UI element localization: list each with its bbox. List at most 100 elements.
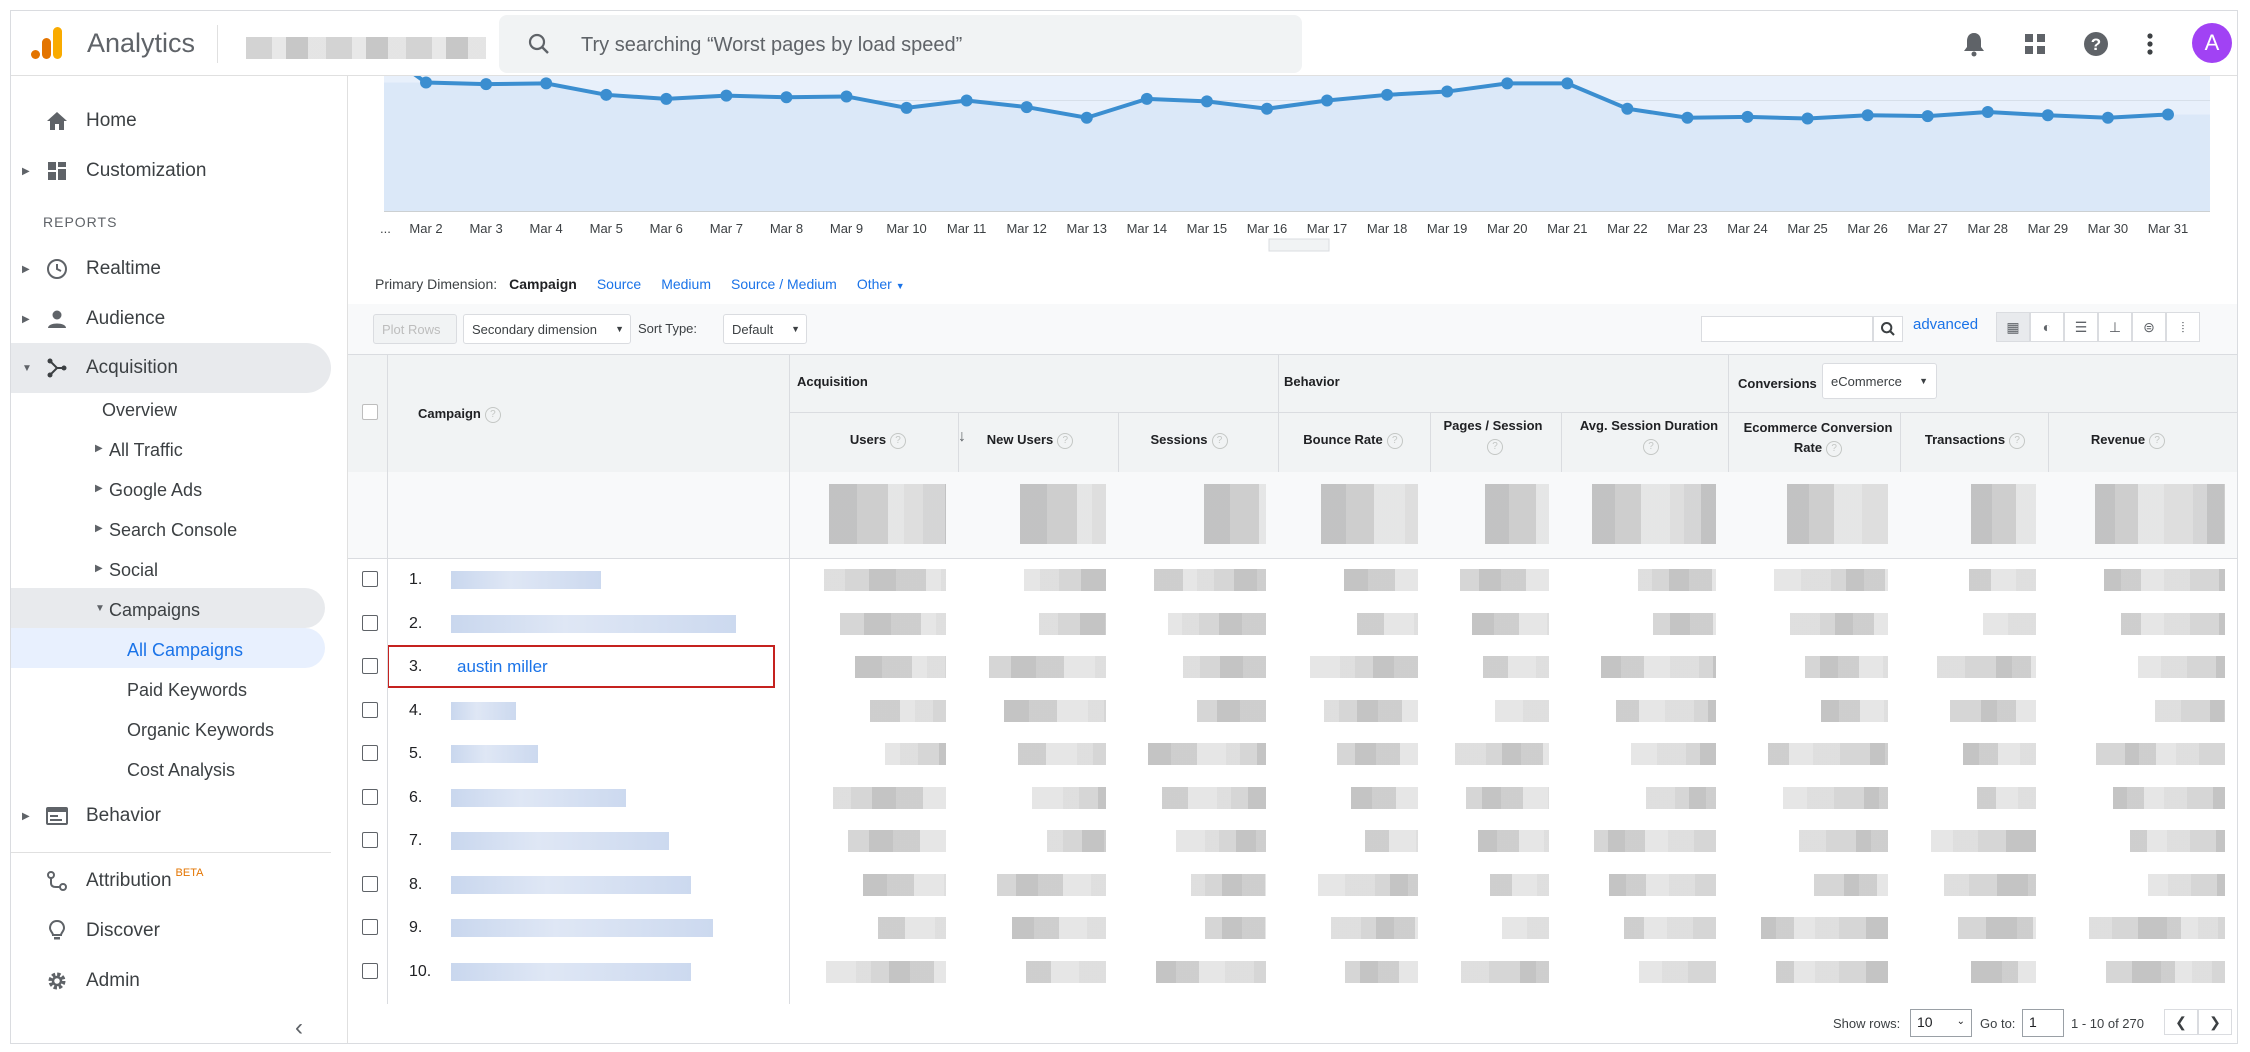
campaign-column-header[interactable]: Campaign?	[418, 406, 501, 423]
obscured-value	[2121, 612, 2225, 635]
row-checkbox[interactable]	[362, 701, 378, 718]
help-icon[interactable]: ?	[1386, 432, 1403, 449]
next-page-button[interactable]: ❯	[2198, 1009, 2232, 1035]
help-icon[interactable]: ?	[1211, 432, 1228, 449]
notifications-bell-icon[interactable]	[1959, 29, 1989, 59]
nav-acq-overview[interactable]: Overview	[102, 400, 177, 421]
row-checkbox[interactable]	[362, 832, 378, 848]
apps-grid-icon[interactable]	[2020, 29, 2050, 59]
help-icon[interactable]: ?	[2009, 432, 2026, 449]
previous-page-button[interactable]: ❮	[2164, 1009, 2198, 1035]
help-icon[interactable]: ?	[1643, 439, 1659, 455]
secondary-dimension-dropdown[interactable]: Secondary dimension ▼	[463, 314, 631, 344]
new-users-column-header[interactable]: New Users?	[965, 432, 1095, 449]
search-bar[interactable]	[499, 15, 1302, 73]
row-checkbox[interactable]	[362, 745, 378, 761]
search-input[interactable]	[579, 26, 1283, 64]
pivot-view-icon[interactable]: ⦙	[2166, 312, 2200, 342]
app-title[interactable]: Analytics	[87, 28, 195, 59]
obscured-value	[1337, 743, 1418, 765]
reports-section-label: REPORTS	[43, 214, 118, 230]
help-icon[interactable]: ?	[2149, 432, 2166, 449]
goto-page-input[interactable]: 1	[2022, 1009, 2064, 1037]
obscured-campaign-link[interactable]	[451, 571, 601, 589]
obscured-campaign-link[interactable]	[451, 614, 736, 633]
obscured-campaign-link[interactable]	[451, 745, 538, 763]
collapse-sidebar-chevron-icon[interactable]: ‹	[295, 1014, 303, 1042]
nav-audience[interactable]: ▶ Audience	[11, 294, 331, 344]
obscured-value	[1937, 656, 2036, 678]
advanced-filter-link[interactable]: advanced	[1913, 316, 1978, 333]
obscured-value	[1176, 830, 1266, 852]
revenue-column-header[interactable]: Revenue?	[2048, 432, 2208, 449]
nav-acquisition[interactable]: ▼ Acquisition	[11, 343, 331, 393]
nav-acq-search-console[interactable]: ▶ Search Console	[95, 520, 237, 541]
row-checkbox[interactable]	[362, 571, 378, 587]
row-checkbox[interactable]	[362, 875, 378, 892]
obscured-campaign-link[interactable]	[451, 788, 626, 807]
account-avatar[interactable]: A	[2192, 23, 2232, 63]
obscured-campaign-link[interactable]	[451, 875, 691, 894]
sort-type-dropdown[interactable]: Default ▼	[723, 314, 807, 344]
nav-discover[interactable]: Discover	[11, 906, 331, 956]
help-icon[interactable]: ?	[1057, 432, 1074, 449]
help-icon[interactable]: ?	[890, 432, 907, 449]
pages-session-column-header[interactable]: Pages / Session?	[1428, 418, 1558, 455]
nav-home[interactable]: Home	[11, 96, 331, 146]
account-selector[interactable]	[246, 37, 486, 59]
show-rows-select[interactable]: 10 ⌄	[1910, 1009, 1972, 1037]
row-checkbox[interactable]	[362, 919, 378, 935]
help-icon[interactable]: ?	[1487, 439, 1503, 455]
nav-attribution[interactable]: Attribution BETA	[11, 856, 331, 906]
dimension-medium[interactable]: Medium	[661, 276, 711, 292]
row-number: 5.	[409, 745, 423, 762]
nav-realtime[interactable]: ▶ Realtime	[11, 244, 331, 294]
obscured-campaign-link[interactable]	[451, 919, 713, 937]
dimension-other-dropdown[interactable]: Other ▼	[857, 276, 905, 292]
obscured-campaign-link[interactable]	[451, 701, 516, 720]
comparison-view-icon[interactable]: ⊥	[2098, 312, 2132, 342]
nav-acquisition-label: Acquisition	[86, 357, 178, 378]
row-checkbox[interactable]	[362, 614, 378, 631]
obscured-value	[833, 786, 946, 809]
bounce-rate-column-header[interactable]: Bounce Rate?	[1288, 432, 1418, 449]
obscured-campaign-link[interactable]	[451, 832, 669, 850]
table-filter-input[interactable]	[1701, 316, 1873, 342]
nav-admin[interactable]: Admin	[11, 956, 331, 1006]
nav-cost-analysis[interactable]: Cost Analysis	[127, 760, 235, 781]
nav-paid-keywords[interactable]: Paid Keywords	[127, 680, 247, 701]
conversions-type-dropdown[interactable]: eCommerce ▼	[1822, 363, 1937, 399]
analytics-logo-icon[interactable]	[29, 25, 65, 61]
nav-acq-all-traffic[interactable]: ▶ All Traffic	[95, 440, 183, 461]
performance-view-icon[interactable]: ☰	[2064, 312, 2098, 342]
help-icon[interactable]: ?	[1826, 440, 1843, 457]
transactions-column-header[interactable]: Transactions?	[1905, 432, 2045, 449]
more-vert-icon[interactable]	[2135, 29, 2165, 59]
sessions-column-header[interactable]: Sessions?	[1124, 432, 1254, 449]
avg-session-duration-column-header[interactable]: Avg. Session Duration?	[1569, 418, 1729, 455]
nav-organic-keywords[interactable]: Organic Keywords	[127, 720, 274, 741]
row-checkbox[interactable]	[362, 658, 378, 674]
nav-acq-google-ads[interactable]: ▶ Google Ads	[95, 480, 202, 501]
nav-realtime-label: Realtime	[86, 258, 161, 279]
help-icon[interactable]: ?	[484, 406, 501, 423]
row-checkbox[interactable]	[362, 962, 378, 979]
nav-all-campaigns[interactable]: All Campaigns	[127, 640, 243, 661]
ecommerce-conversion-rate-column-header[interactable]: Ecommerce Conversion Rate?	[1733, 418, 1903, 458]
term-cloud-view-icon[interactable]: ⊜	[2132, 312, 2166, 342]
dimension-source[interactable]: Source	[597, 276, 641, 292]
nav-acq-social[interactable]: ▶ Social	[95, 560, 158, 581]
plot-rows-button[interactable]: Plot Rows	[373, 314, 457, 344]
pie-chart-view-icon[interactable]: ◐	[2030, 312, 2064, 342]
nav-behavior[interactable]: ▶ Behavior	[11, 791, 331, 841]
data-table-view-icon[interactable]: ▦	[1996, 312, 2030, 342]
dimension-source-medium[interactable]: Source / Medium	[731, 276, 837, 292]
row-checkbox[interactable]	[362, 788, 378, 805]
nav-acq-campaigns[interactable]: ▼ Campaigns	[95, 600, 200, 621]
select-all-checkbox[interactable]	[362, 404, 378, 420]
help-icon[interactable]: ?	[2081, 29, 2111, 59]
obscured-campaign-link[interactable]	[451, 962, 691, 981]
nav-customization[interactable]: ▶ Customization	[11, 146, 331, 196]
users-column-header[interactable]: Users? ↓	[828, 428, 966, 449]
table-filter-search-button[interactable]	[1873, 316, 1903, 342]
